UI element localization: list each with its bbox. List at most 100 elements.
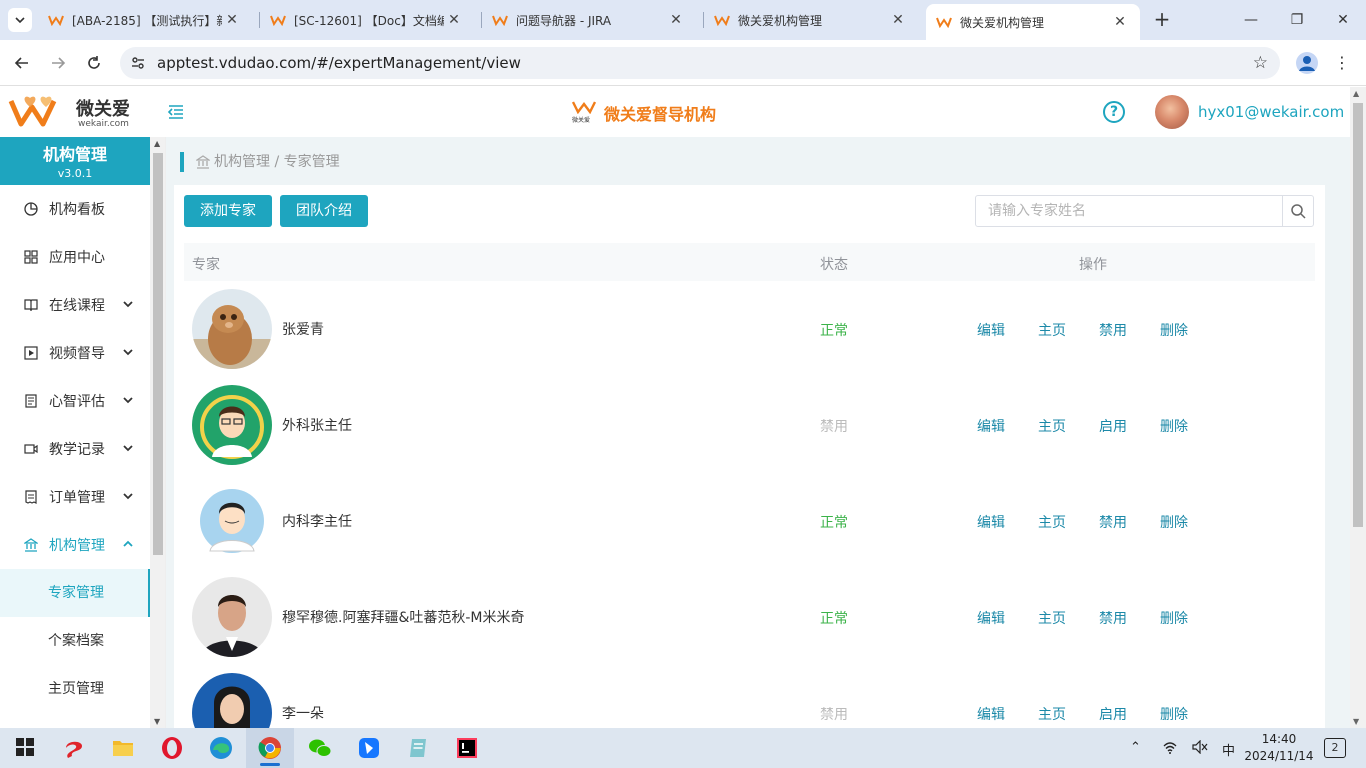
sidebar-item-app-center[interactable]: 应用中心 [0, 233, 150, 281]
user-email[interactable]: hyx01@wekair.com [1198, 103, 1344, 121]
opera-icon[interactable] [160, 736, 184, 760]
scroll-up-icon[interactable]: ▲ [154, 139, 160, 148]
new-tab-button[interactable]: + [1150, 8, 1174, 32]
browser-tab-4[interactable]: 微关爱机构管理 ✕ [704, 6, 924, 34]
ime-indicator[interactable]: 中 [1222, 740, 1235, 759]
chevron-down-icon [123, 349, 133, 356]
delete-link[interactable]: 删除 [1160, 608, 1188, 628]
close-icon[interactable]: ✕ [1110, 14, 1130, 30]
sidebar-item-dashboard[interactable]: 机构看板 [0, 185, 150, 233]
team-intro-button[interactable]: 团队介绍 [280, 195, 368, 227]
browser-tab-2[interactable]: [SC-12601] 【Doc】文档编 ✕ [260, 6, 482, 34]
chrome-taskbar-button-active[interactable] [246, 728, 294, 768]
wechat-icon[interactable] [308, 736, 332, 760]
back-button[interactable] [9, 50, 35, 76]
sidebar-item-video-supervision[interactable]: 视频督导 [0, 329, 150, 377]
expert-status: 禁用 [820, 419, 848, 435]
disable-link[interactable]: 禁用 [1099, 320, 1127, 340]
minimize-button[interactable]: — [1228, 0, 1274, 40]
sidebar: 机构管理 v3.0.1 机构看板 应用中心 在线课程 视频督导 心智评估 教学记… [0, 137, 166, 728]
file-explorer-icon[interactable] [111, 736, 135, 760]
homepage-link[interactable]: 主页 [1038, 416, 1066, 436]
wekair-logo[interactable]: 微关爱 wekair.com [8, 95, 138, 131]
close-icon[interactable]: ✕ [888, 12, 908, 28]
feishu-icon[interactable] [357, 736, 381, 760]
bookmark-star-icon[interactable]: ☆ [1253, 53, 1268, 73]
bank-icon [196, 155, 210, 169]
sidebar-version: v3.0.1 [57, 167, 93, 180]
edit-link[interactable]: 编辑 [977, 608, 1005, 628]
delete-link[interactable]: 删除 [1160, 704, 1188, 724]
app-swirl-icon[interactable] [62, 736, 86, 760]
close-icon[interactable]: ✕ [444, 12, 464, 28]
url-text: apptest.vdudao.com/#/expertManagement/vi… [157, 54, 521, 72]
user-avatar[interactable] [1155, 95, 1189, 129]
forward-button[interactable] [45, 50, 71, 76]
notes-icon[interactable] [406, 736, 430, 760]
browser-tab-5-active[interactable]: 微关爱机构管理 ✕ [926, 4, 1140, 40]
scroll-down-icon[interactable]: ▼ [1353, 717, 1359, 726]
help-icon[interactable]: ? [1103, 101, 1125, 123]
edit-link[interactable]: 编辑 [977, 512, 1005, 532]
close-icon[interactable]: ✕ [222, 12, 242, 28]
delete-link[interactable]: 删除 [1160, 512, 1188, 532]
taskbar-clock[interactable]: 14:40 2024/11/14 [1244, 731, 1314, 765]
scroll-down-icon[interactable]: ▼ [154, 717, 160, 726]
sidebar-item-online-course[interactable]: 在线课程 [0, 281, 150, 329]
brand-mini-logo-icon: 微关爱 [572, 100, 596, 126]
url-omnibox[interactable]: apptest.vdudao.com/#/expertManagement/vi… [120, 47, 1280, 79]
disable-link[interactable]: 禁用 [1099, 512, 1127, 532]
scroll-up-icon[interactable]: ▲ [1353, 89, 1359, 98]
wifi-icon[interactable] [1162, 740, 1178, 758]
search-button[interactable] [1282, 196, 1313, 226]
edit-link[interactable]: 编辑 [977, 704, 1005, 724]
sidebar-subitem-homepage-management[interactable]: 主页管理 [0, 665, 150, 713]
homepage-link[interactable]: 主页 [1038, 320, 1066, 340]
edge-icon[interactable] [209, 736, 233, 760]
expert-name: 外科张主任 [282, 418, 352, 434]
homepage-link[interactable]: 主页 [1038, 608, 1066, 628]
edit-link[interactable]: 编辑 [977, 416, 1005, 436]
browser-tab-3[interactable]: 问题导航器 - JIRA ✕ [482, 6, 704, 34]
sidebar-scrollbar[interactable]: ▲ ▼ [150, 137, 165, 728]
enable-link[interactable]: 启用 [1099, 704, 1127, 724]
sidebar-item-teaching-records[interactable]: 教学记录 [0, 425, 150, 473]
tab-title: [ABA-2185] 【测试执行】新 [72, 13, 222, 28]
tray-expand-icon[interactable]: ⌃ [1130, 740, 1141, 755]
delete-link[interactable]: 删除 [1160, 416, 1188, 436]
volume-muted-icon[interactable] [1192, 739, 1208, 758]
enable-link[interactable]: 启用 [1099, 416, 1127, 436]
profile-icon[interactable] [1296, 52, 1318, 74]
close-window-button[interactable]: ✕ [1320, 0, 1366, 40]
disable-link[interactable]: 禁用 [1099, 608, 1127, 628]
edit-link[interactable]: 编辑 [977, 320, 1005, 340]
sidebar-subitem-case-files[interactable]: 个案档案 [0, 617, 150, 665]
add-expert-button[interactable]: 添加专家 [184, 195, 272, 227]
sidebar-item-mental-assessment[interactable]: 心智评估 [0, 377, 150, 425]
site-settings-icon[interactable] [130, 55, 146, 71]
wekair-logo-mark-icon [8, 96, 57, 127]
collapse-menu-button[interactable] [167, 103, 185, 121]
sidebar-item-label: 视频督导 [49, 346, 105, 362]
notification-icon[interactable]: 2 [1324, 738, 1346, 758]
homepage-link[interactable]: 主页 [1038, 512, 1066, 532]
browser-tab-1[interactable]: [ABA-2185] 【测试执行】新 ✕ [38, 6, 260, 34]
reload-button[interactable] [81, 50, 107, 76]
page-scrollbar-thumb[interactable] [1353, 103, 1363, 527]
page-scrollbar[interactable]: ▲ ▼ [1350, 87, 1366, 728]
restore-button[interactable]: ❐ [1274, 0, 1320, 40]
sidebar-scrollbar-thumb[interactable] [153, 153, 163, 555]
windows-start-icon[interactable] [14, 736, 38, 760]
sidebar-subitem-expert-management[interactable]: 专家管理 [0, 569, 150, 617]
intellij-icon[interactable] [455, 736, 479, 760]
expert-status: 正常 [820, 515, 848, 531]
clock-time: 14:40 [1261, 732, 1297, 746]
sidebar-item-order-management[interactable]: 订单管理 [0, 473, 150, 521]
tab-search-button[interactable] [8, 8, 32, 32]
homepage-link[interactable]: 主页 [1038, 704, 1066, 724]
expert-search-input[interactable] [976, 196, 1282, 226]
sidebar-item-institution-management[interactable]: 机构管理 [0, 521, 150, 569]
close-icon[interactable]: ✕ [666, 12, 686, 28]
browser-menu-icon[interactable]: ⋮ [1334, 53, 1350, 72]
delete-link[interactable]: 删除 [1160, 320, 1188, 340]
